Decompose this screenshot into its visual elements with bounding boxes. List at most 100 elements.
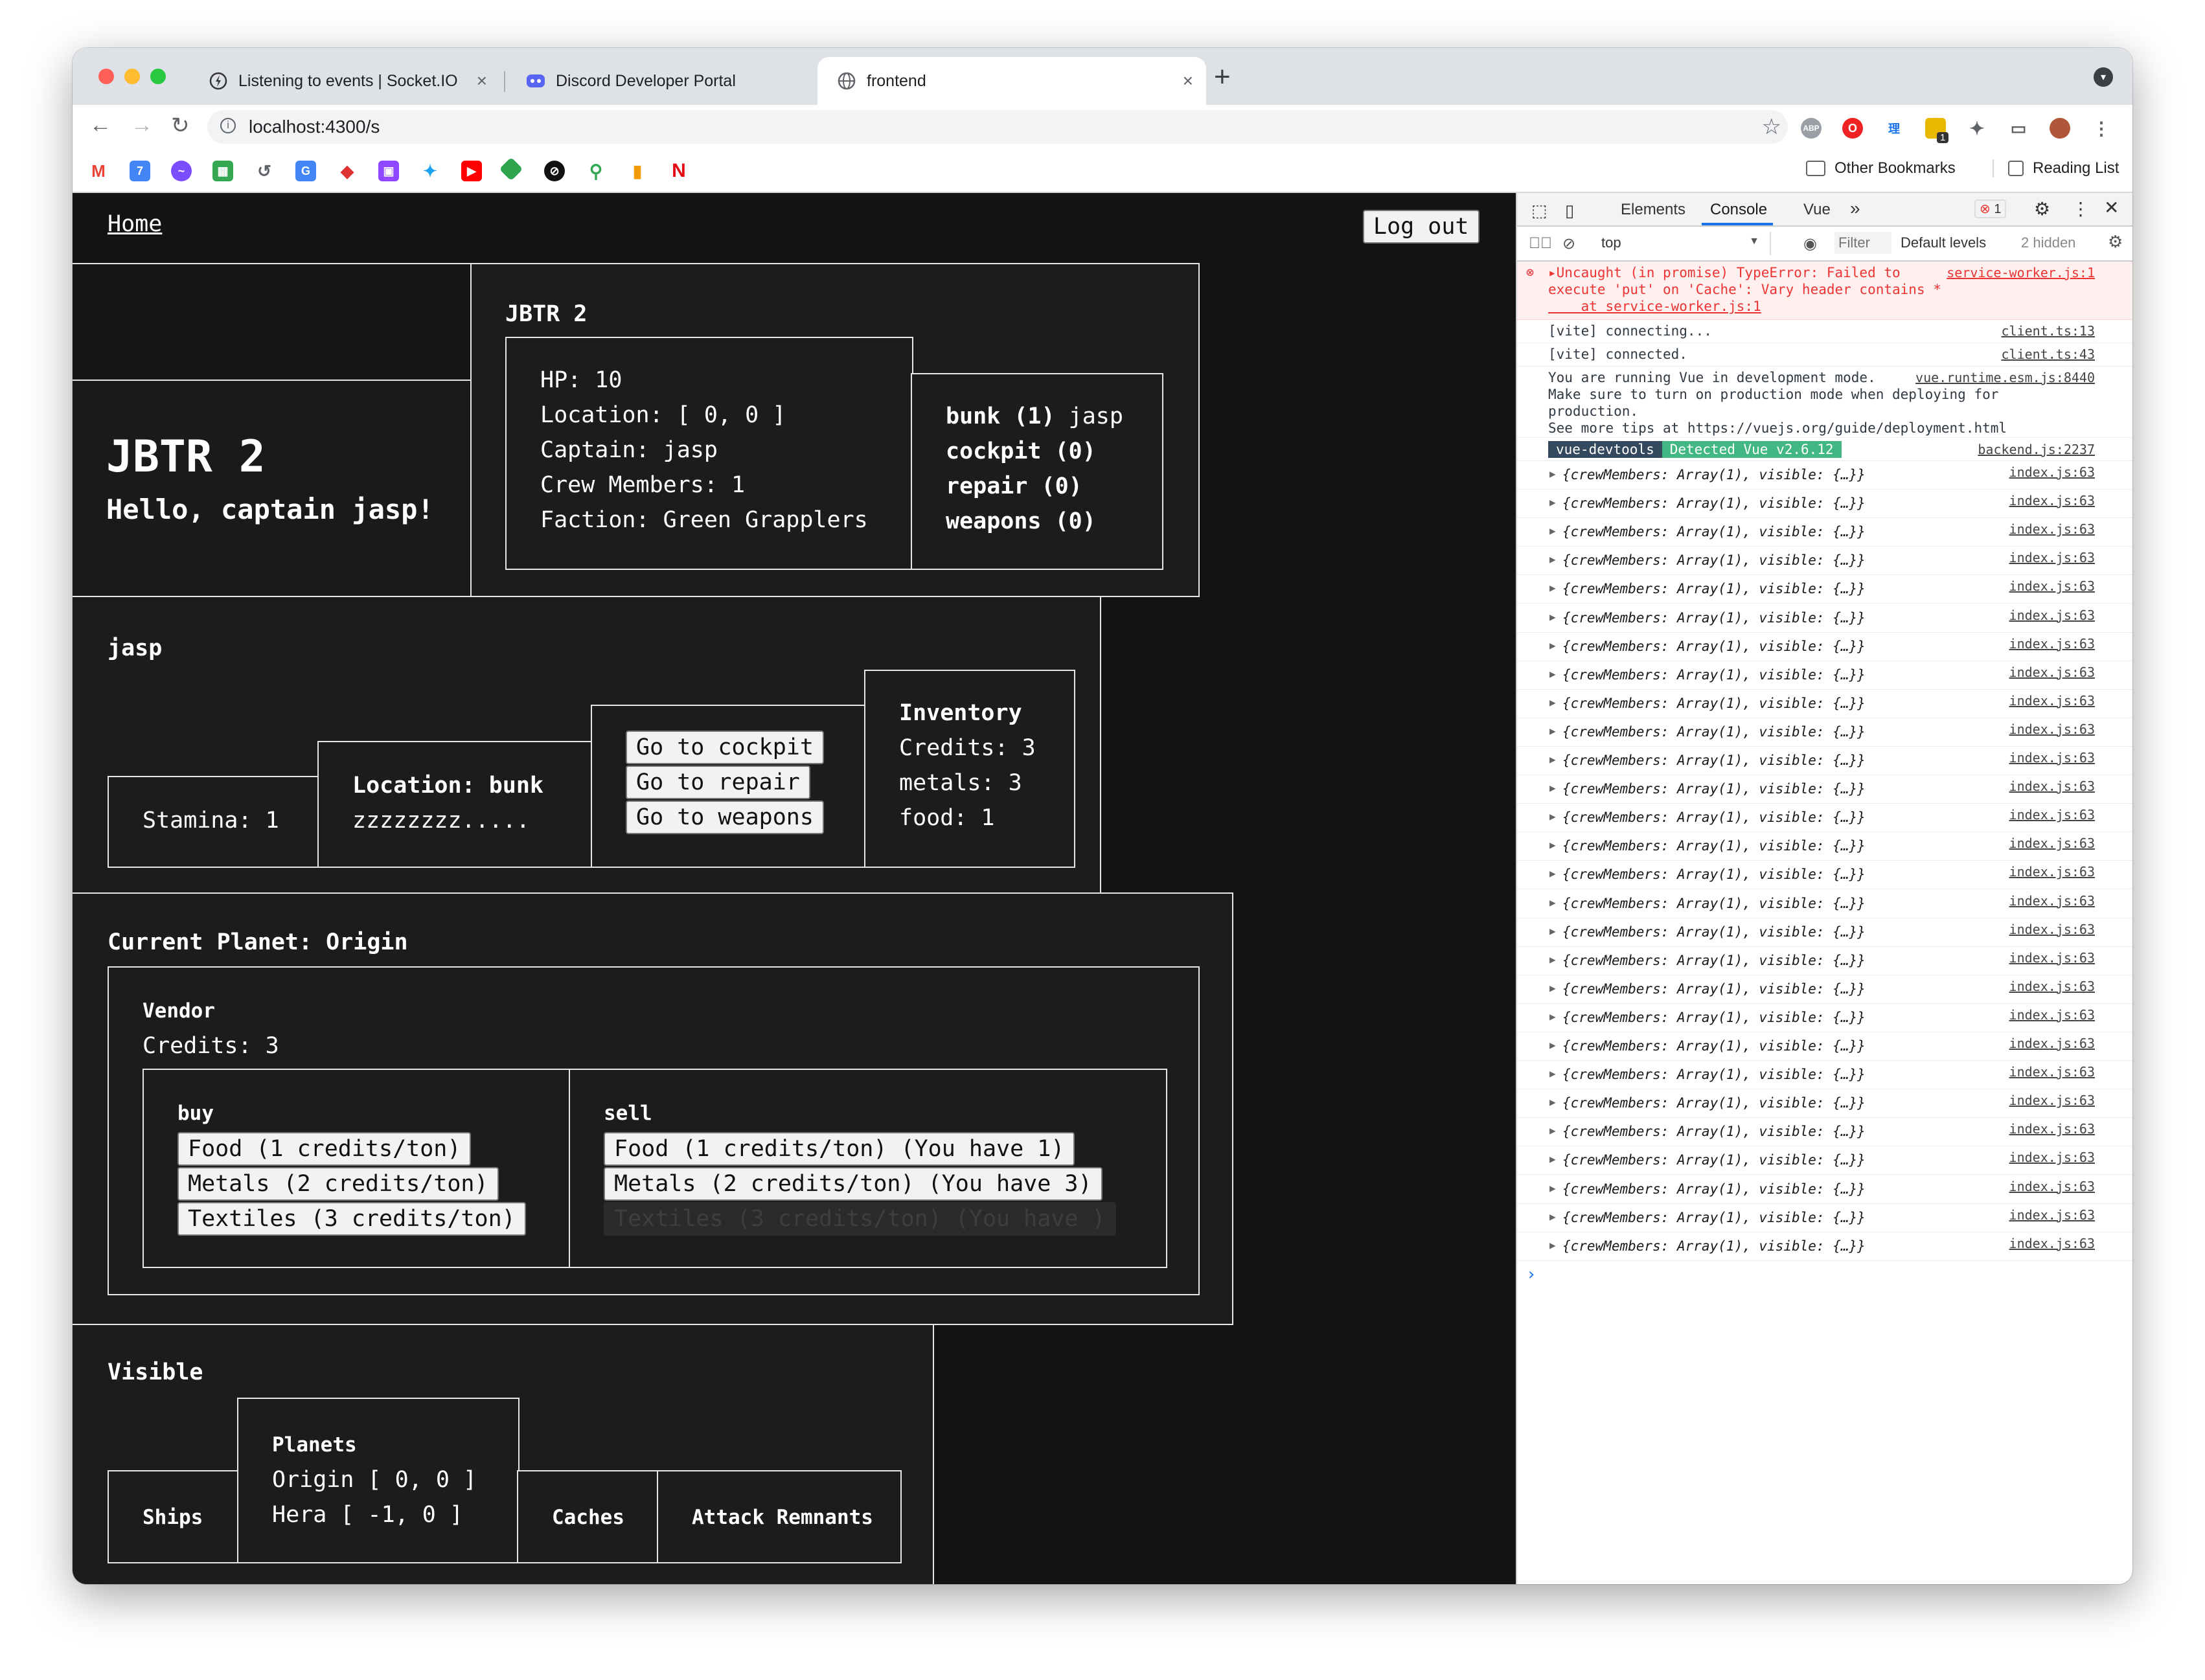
console-object-row[interactable]: ▶ {crewMembers: Array(1), visible: {…}} in… [1517,1204,2132,1232]
log-source-link[interactable]: client.ts:43 [2002,346,2096,363]
new-tab-button[interactable]: + [1214,61,1231,93]
console-object-row[interactable]: ▶ {crewMembers: Array(1), visible: {…}} in… [1517,461,2132,490]
object-source-link[interactable]: index.js:63 [2009,778,2095,795]
expand-arrow-icon[interactable]: ▶ [1549,468,1556,480]
object-source-link[interactable]: index.js:63 [2009,721,2095,738]
object-source-link[interactable]: index.js:63 [2009,806,2095,823]
cast-icon[interactable]: ▭ [2008,118,2029,139]
expand-arrow-icon[interactable]: ▶ [1549,896,1556,909]
error-counter[interactable]: ⊗ 1 [1974,199,2007,218]
log-source-link[interactable]: client.ts:13 [2002,323,2096,339]
logout-button[interactable]: Log out [1363,210,1480,244]
object-source-link[interactable]: index.js:63 [2009,692,2095,709]
expand-arrow-icon[interactable]: ▶ [1549,582,1556,594]
console-object-row[interactable]: ▶ {crewMembers: Array(1), visible: {…}} in… [1517,1061,2132,1090]
site-info-icon[interactable]: i [220,118,236,133]
expand-arrow-icon[interactable]: ▶ [1549,668,1556,680]
back-arrow-icon[interactable]: ← [89,113,111,138]
expand-arrow-icon[interactable]: ▶ [1549,1096,1556,1108]
console-object-row[interactable]: ▶ {crewMembers: Array(1), visible: {…}} in… [1517,775,2132,804]
sidebar-toggle-icon[interactable]: ▸⃞ [1529,234,1552,253]
close-tab-icon[interactable]: × [477,71,487,91]
netflix-icon[interactable]: N [668,160,689,181]
sheets-icon[interactable]: ▦ [212,161,233,181]
console-object-row[interactable]: ▶ {crewMembers: Array(1), visible: {…}} in… [1517,633,2132,661]
console-object-row[interactable]: ▶ {crewMembers: Array(1), visible: {…}} in… [1517,1146,2132,1175]
expand-arrow-icon[interactable]: ▶ [1549,1039,1556,1051]
expand-arrow-icon[interactable]: ▶ [1549,1182,1556,1194]
youtube-icon[interactable]: ▶ [461,161,482,181]
settings-gear-icon[interactable]: ⚙ [2034,198,2050,220]
openai-icon[interactable]: ⊘ [544,161,565,181]
expand-arrow-icon[interactable]: ▶ [1549,553,1556,565]
expand-arrow-icon[interactable]: ▶ [1549,496,1556,508]
close-window-button[interactable] [98,69,114,84]
history-icon[interactable]: ↺ [254,161,275,181]
puzzle-extensions-icon[interactable]: ✦ [1967,118,1987,139]
tab-search-icon[interactable]: ▾ [2094,67,2113,87]
expand-arrow-icon[interactable]: ▶ [1549,1124,1556,1137]
console-object-row[interactable]: ▶ {crewMembers: Array(1), visible: {…}} in… [1517,747,2132,776]
buy-food-button[interactable]: Food (1 credits/ton) [177,1132,472,1166]
expand-arrow-icon[interactable]: ▶ [1549,639,1556,652]
expand-arrow-icon[interactable]: ▶ [1549,925,1556,937]
object-source-link[interactable]: index.js:63 [2009,1120,2095,1137]
expand-arrow-icon[interactable]: ▶ [1549,1153,1556,1165]
browser-menu-icon[interactable]: ⋮ [2091,118,2112,139]
object-source-link[interactable]: index.js:63 [2009,892,2095,909]
go-to-weapons-button[interactable]: Go to weapons [626,800,824,834]
expand-arrow-icon[interactable]: ▶ [1549,525,1556,537]
console-object-row[interactable]: ▶ {crewMembers: Array(1), visible: {…}} in… [1517,718,2132,747]
console-object-row[interactable]: ▶ {crewMembers: Array(1), visible: {…}} in… [1517,832,2132,861]
clear-console-icon[interactable]: ⊘ [1562,234,1575,253]
bookmark-star-icon[interactable]: ☆ [1762,114,1781,140]
buy-textiles-button[interactable]: Textiles (3 credits/ton) [177,1202,526,1236]
sell-textiles-button[interactable]: Textiles (3 credits/ton) (You have ) [604,1202,1116,1236]
console-object-row[interactable]: ▶ {crewMembers: Array(1), visible: {…}} in… [1517,947,2132,975]
twitch-icon[interactable]: ▣ [378,161,399,181]
object-source-link[interactable]: index.js:63 [2009,521,2095,538]
object-source-link[interactable]: index.js:63 [2009,464,2095,481]
console-object-row[interactable]: ▶ {crewMembers: Array(1), visible: {…}} in… [1517,861,2132,890]
calendar-icon[interactable]: 7 [130,161,150,181]
console-object-row[interactable]: ▶ {crewMembers: Array(1), visible: {…}} in… [1517,1004,2132,1032]
object-source-link[interactable]: index.js:63 [2009,835,2095,852]
backend-source-link[interactable]: backend.js:2237 [1978,441,2095,458]
console-object-row[interactable]: ▶ {crewMembers: Array(1), visible: {…}} in… [1517,918,2132,947]
console-object-row[interactable]: ▶ {crewMembers: Array(1), visible: {…}} in… [1517,1232,2132,1261]
translate-extension-icon[interactable]: 理 [1884,118,1904,139]
expand-arrow-icon[interactable]: ▶ [1549,725,1556,737]
console-prompt[interactable]: › [1526,1265,1537,1284]
object-source-link[interactable]: index.js:63 [2009,549,2095,566]
other-bookmarks-folder[interactable]: Other Bookmarks [1806,159,1956,177]
console-settings-icon[interactable]: ⚙ [2108,232,2123,252]
expand-arrow-icon[interactable]: ▶ [1549,1210,1556,1223]
close-tab-icon[interactable]: × [1183,71,1193,91]
object-source-link[interactable]: index.js:63 [2009,1207,2095,1223]
address-bar[interactable]: i localhost:4300/s ☆ [207,110,1788,144]
expand-arrow-icon[interactable]: ▶ [1549,867,1556,880]
expand-arrow-icon[interactable]: ▶ [1549,953,1556,966]
close-devtools-icon[interactable]: ✕ [2104,197,2119,218]
console-object-row[interactable]: ▶ {crewMembers: Array(1), visible: {…}} in… [1517,975,2132,1004]
forward-arrow-icon[interactable]: → [131,113,153,138]
more-tabs-icon[interactable]: » [1850,198,1860,219]
object-source-link[interactable]: index.js:63 [2009,1235,2095,1252]
console-object-row[interactable]: ▶ {crewMembers: Array(1), visible: {…}} in… [1517,1089,2132,1118]
reading-list-button[interactable]: Reading List [1993,159,2119,177]
expand-arrow-icon[interactable]: ▶ [1549,839,1556,851]
ublock-extension-icon[interactable]: O [1842,118,1863,139]
translate-icon[interactable]: G [295,161,316,181]
expand-arrow-icon[interactable]: ▶ [1549,782,1556,794]
tab-console[interactable]: Console [1710,201,1767,219]
twitter-icon[interactable]: ✦ [420,161,440,181]
home-link[interactable]: Home [108,211,162,237]
object-source-link[interactable]: index.js:63 [2009,921,2095,938]
messenger-icon[interactable]: ~ [171,161,192,181]
object-source-link[interactable]: index.js:63 [2009,1035,2095,1052]
console-object-row[interactable]: ▶ {crewMembers: Array(1), visible: {…}} in… [1517,1175,2132,1204]
tab-elements[interactable]: Elements [1621,201,1685,219]
console-object-row[interactable]: ▶ {crewMembers: Array(1), visible: {…}} in… [1517,890,2132,918]
object-source-link[interactable]: index.js:63 [2009,1063,2095,1080]
sell-food-button[interactable]: Food (1 credits/ton) (You have 1) [604,1132,1075,1166]
